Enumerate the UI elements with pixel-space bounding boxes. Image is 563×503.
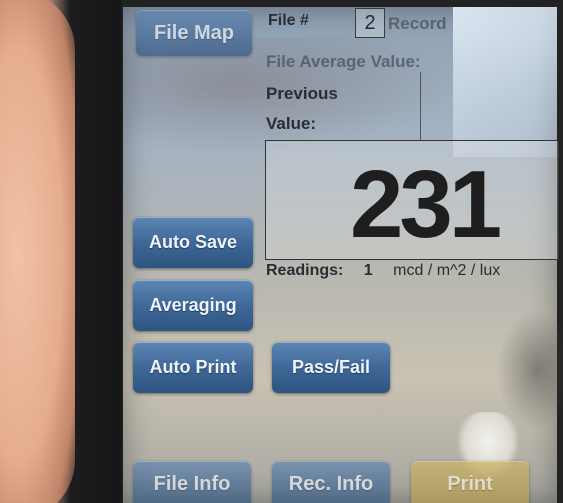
pass-fail-button[interactable]: Pass/Fail	[272, 342, 390, 393]
finger	[0, 0, 75, 503]
file-info-button[interactable]: File Info	[133, 461, 251, 503]
previous-value-box	[420, 72, 558, 141]
file-average-label: File Average Value:	[266, 52, 421, 71]
rec-info-button[interactable]: Rec. Info	[272, 461, 390, 503]
record-label: Record	[388, 14, 447, 33]
previous-label: Previous	[266, 84, 338, 103]
file-number-label: File #	[268, 12, 309, 29]
file-number-field[interactable]: 2	[355, 8, 385, 38]
reading-value: 231	[350, 151, 502, 258]
averaging-button[interactable]: Averaging	[133, 280, 253, 331]
readings-label: Readings:	[266, 262, 344, 279]
print-button[interactable]: Print	[411, 461, 529, 503]
device-edge-shadow	[496, 310, 563, 430]
readings-line: Readings: 1 mcd / m^2 / lux	[266, 262, 556, 282]
auto-save-button[interactable]: Auto Save	[133, 217, 253, 268]
file-map-button[interactable]: File Map	[136, 10, 252, 56]
auto-print-button[interactable]: Auto Print	[133, 342, 253, 393]
readings-count: 1	[363, 262, 373, 279]
value-label: Value:	[266, 114, 317, 133]
photo-frame: File Map File # 2 Record File Average Va…	[0, 0, 563, 503]
readings-unit: mcd / m^2 / lux	[393, 262, 501, 279]
